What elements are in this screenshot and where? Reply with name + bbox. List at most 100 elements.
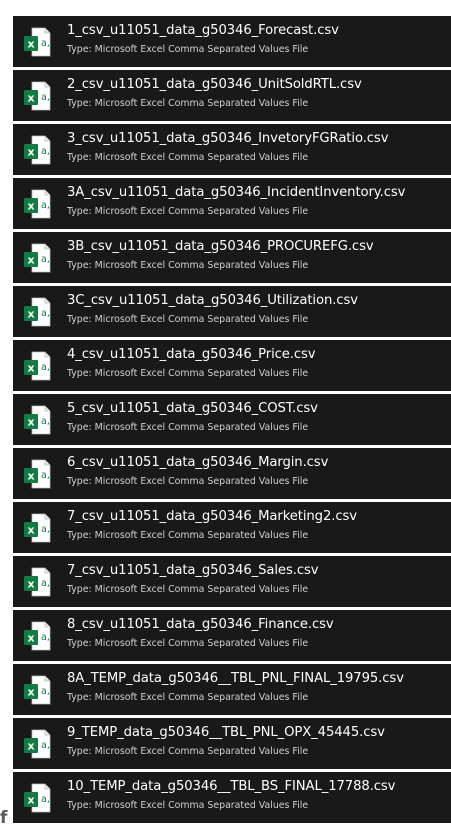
- file-type: Type: Microsoft Excel Comma Separated Va…: [67, 152, 309, 163]
- icon-x-letter: x: [27, 92, 34, 105]
- excel-csv-icon: x a,: [23, 27, 51, 57]
- icon-a-letter: a,: [41, 470, 50, 481]
- file-list-item[interactable]: x a, 3A_csv_u11051_data_g50346_IncidentI…: [13, 178, 451, 229]
- file-name: 2_csv_u11051_data_g50346_UnitSoldRTL.csv: [67, 77, 362, 92]
- file-list-item[interactable]: x a, 7_csv_u11051_data_g50346_Sales.csv …: [13, 556, 451, 607]
- file-list-item[interactable]: x a, 9_TEMP_data_g50346__TBL_PNL_OPX_454…: [13, 718, 451, 769]
- excel-csv-icon: x a,: [23, 405, 51, 435]
- file-type: Type: Microsoft Excel Comma Separated Va…: [67, 638, 309, 649]
- file-list-item[interactable]: x a, 2_csv_u11051_data_g50346_UnitSoldRT…: [13, 70, 451, 121]
- icon-x-letter: x: [27, 308, 34, 321]
- icon-x-letter: x: [27, 632, 34, 645]
- excel-csv-icon-graphic: x a,: [24, 297, 51, 327]
- file-list-item[interactable]: x a, 4_csv_u11051_data_g50346_Price.csv …: [13, 340, 451, 391]
- icon-x-letter: x: [27, 794, 34, 807]
- icon-x-letter: x: [27, 578, 34, 591]
- excel-csv-icon-graphic: x a,: [24, 189, 51, 219]
- file-list-item[interactable]: x a, 10_TEMP_data_g50346__TBL_BS_FINAL_1…: [13, 772, 451, 823]
- file-name: 10_TEMP_data_g50346__TBL_BS_FINAL_17788.…: [67, 779, 396, 794]
- excel-csv-icon: x a,: [23, 459, 51, 489]
- excel-csv-icon-graphic: x a,: [24, 405, 51, 435]
- page: x a, 1_csv_u11051_data_g50346_Forecast.c…: [0, 0, 451, 839]
- file-type: Type: Microsoft Excel Comma Separated Va…: [67, 422, 309, 433]
- excel-csv-icon-graphic: x a,: [24, 675, 51, 705]
- excel-csv-icon-graphic: x a,: [24, 513, 51, 543]
- stray-character: f: [0, 808, 8, 828]
- excel-csv-icon: x a,: [23, 513, 51, 543]
- file-type: Type: Microsoft Excel Comma Separated Va…: [67, 206, 309, 217]
- icon-x-letter: x: [27, 416, 34, 429]
- file-list-item[interactable]: x a, 1_csv_u11051_data_g50346_Forecast.c…: [13, 16, 451, 67]
- excel-csv-icon: x a,: [23, 621, 51, 651]
- file-name: 1_csv_u11051_data_g50346_Forecast.csv: [67, 23, 339, 38]
- file-name: 3C_csv_u11051_data_g50346_Utilization.cs…: [67, 293, 358, 308]
- file-list-item[interactable]: x a, 3C_csv_u11051_data_g50346_Utilizati…: [13, 286, 451, 337]
- excel-csv-icon-graphic: x a,: [24, 27, 51, 57]
- file-type: Type: Microsoft Excel Comma Separated Va…: [67, 530, 309, 541]
- file-list-item[interactable]: x a, 7_csv_u11051_data_g50346_Marketing2…: [13, 502, 451, 553]
- file-name: 5_csv_u11051_data_g50346_COST.csv: [67, 401, 318, 416]
- file-list-item[interactable]: x a, 3B_csv_u11051_data_g50346_PROCUREFG…: [13, 232, 451, 283]
- excel-csv-icon-graphic: x a,: [24, 81, 51, 111]
- excel-csv-icon: x a,: [23, 783, 51, 813]
- excel-csv-icon: x a,: [23, 567, 51, 597]
- file-type: Type: Microsoft Excel Comma Separated Va…: [67, 746, 309, 757]
- icon-a-letter: a,: [41, 146, 50, 157]
- file-type: Type: Microsoft Excel Comma Separated Va…: [67, 692, 309, 703]
- icon-a-letter: a,: [41, 524, 50, 535]
- icon-x-letter: x: [27, 146, 34, 159]
- file-type: Type: Microsoft Excel Comma Separated Va…: [67, 368, 309, 379]
- file-type: Type: Microsoft Excel Comma Separated Va…: [67, 260, 309, 271]
- excel-csv-icon-graphic: x a,: [24, 621, 51, 651]
- file-list-item[interactable]: x a, 5_csv_u11051_data_g50346_COST.csv T…: [13, 394, 451, 445]
- icon-a-letter: a,: [41, 578, 50, 589]
- file-type: Type: Microsoft Excel Comma Separated Va…: [67, 584, 309, 595]
- excel-csv-icon-graphic: x a,: [24, 783, 51, 813]
- file-type: Type: Microsoft Excel Comma Separated Va…: [67, 800, 309, 811]
- icon-a-letter: a,: [41, 416, 50, 427]
- icon-x-letter: x: [27, 524, 34, 537]
- file-list-item[interactable]: x a, 8_csv_u11051_data_g50346_Finance.cs…: [13, 610, 451, 661]
- excel-csv-icon: x a,: [23, 189, 51, 219]
- icon-a-letter: a,: [41, 92, 50, 103]
- excel-csv-icon: x a,: [23, 297, 51, 327]
- icon-a-letter: a,: [41, 254, 50, 265]
- excel-csv-icon-graphic: x a,: [24, 459, 51, 489]
- file-name: 4_csv_u11051_data_g50346_Price.csv: [67, 347, 316, 362]
- excel-csv-icon-graphic: x a,: [24, 243, 51, 273]
- file-list: x a, 1_csv_u11051_data_g50346_Forecast.c…: [13, 16, 451, 826]
- icon-x-letter: x: [27, 38, 34, 51]
- icon-x-letter: x: [27, 686, 34, 699]
- excel-csv-icon-graphic: x a,: [24, 351, 51, 381]
- file-name: 3_csv_u11051_data_g50346_InvetoryFGRatio…: [67, 131, 389, 146]
- file-name: 7_csv_u11051_data_g50346_Sales.csv: [67, 563, 319, 578]
- file-type: Type: Microsoft Excel Comma Separated Va…: [67, 476, 309, 487]
- file-type: Type: Microsoft Excel Comma Separated Va…: [67, 314, 309, 325]
- icon-a-letter: a,: [41, 308, 50, 319]
- file-name: 8A_TEMP_data_g50346__TBL_PNL_FINAL_19795…: [67, 671, 404, 686]
- file-list-item[interactable]: x a, 3_csv_u11051_data_g50346_InvetoryFG…: [13, 124, 451, 175]
- excel-csv-icon: x a,: [23, 135, 51, 165]
- file-list-item[interactable]: x a, 8A_TEMP_data_g50346__TBL_PNL_FINAL_…: [13, 664, 451, 715]
- file-name: 3A_csv_u11051_data_g50346_IncidentInvent…: [67, 185, 406, 200]
- icon-x-letter: x: [27, 362, 34, 375]
- icon-a-letter: a,: [41, 38, 50, 49]
- excel-csv-icon: x a,: [23, 729, 51, 759]
- icon-x-letter: x: [27, 200, 34, 213]
- file-type: Type: Microsoft Excel Comma Separated Va…: [67, 44, 309, 55]
- file-name: 8_csv_u11051_data_g50346_Finance.csv: [67, 617, 334, 632]
- file-list-item[interactable]: x a, 6_csv_u11051_data_g50346_Margin.csv…: [13, 448, 451, 499]
- excel-csv-icon-graphic: x a,: [24, 729, 51, 759]
- excel-csv-icon: x a,: [23, 243, 51, 273]
- file-type: Type: Microsoft Excel Comma Separated Va…: [67, 98, 309, 109]
- icon-a-letter: a,: [41, 200, 50, 211]
- file-name: 3B_csv_u11051_data_g50346_PROCUREFG.csv: [67, 239, 374, 254]
- excel-csv-icon-graphic: x a,: [24, 135, 51, 165]
- icon-x-letter: x: [27, 254, 34, 267]
- excel-csv-icon: x a,: [23, 351, 51, 381]
- icon-x-letter: x: [27, 740, 34, 753]
- icon-a-letter: a,: [41, 686, 50, 697]
- icon-a-letter: a,: [41, 362, 50, 373]
- icon-x-letter: x: [27, 470, 34, 483]
- icon-a-letter: a,: [41, 794, 50, 805]
